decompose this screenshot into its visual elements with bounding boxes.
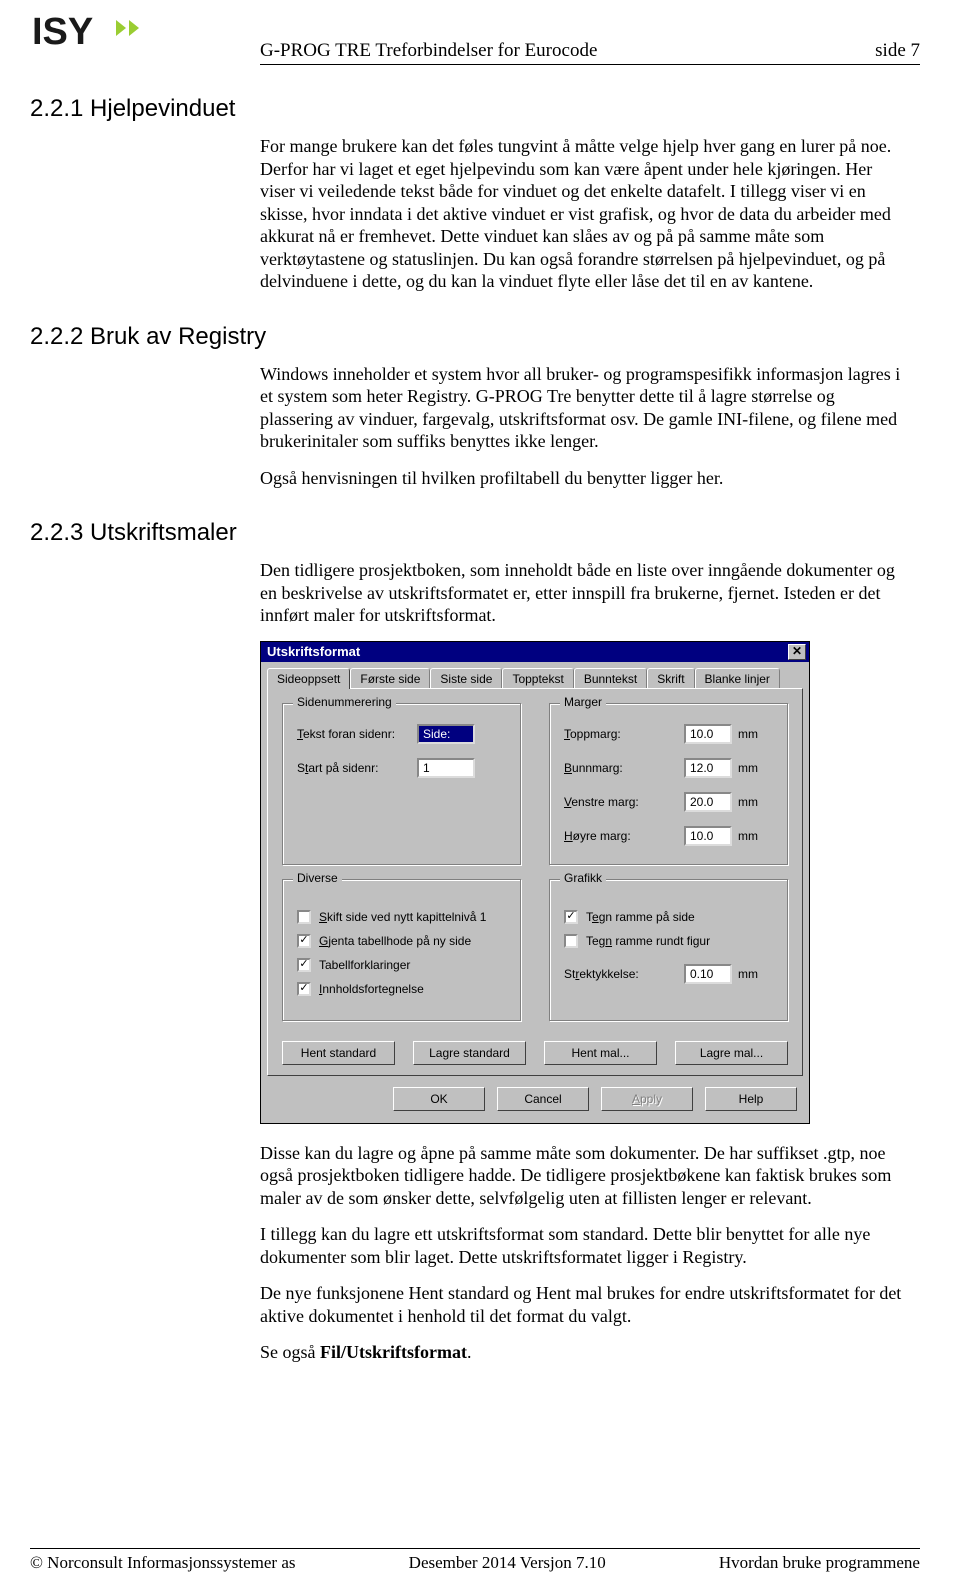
label-ramme-side: Tegn ramme på side xyxy=(586,910,695,924)
input-bunnmarg[interactable] xyxy=(684,758,732,778)
dialog-titlebar: Utskriftsformat ✕ xyxy=(261,642,809,662)
label-innholdsfortegnelse: Innholdsfortegnelse xyxy=(319,982,424,996)
svg-text:ISY: ISY xyxy=(32,11,93,53)
input-start-sidenr[interactable] xyxy=(417,758,475,778)
input-tekst-foran[interactable] xyxy=(417,724,475,744)
label-venstre-marg: Venstre marg: xyxy=(564,795,684,809)
group-sidenummerering: Sidenummerering Tekst foran sidenr: Star… xyxy=(282,703,521,865)
footer-left: © Norconsult Informasjonssystemer as xyxy=(30,1553,296,1573)
logo: ISY xyxy=(32,10,142,56)
checkbox-tabellforklaringer[interactable]: ✓ xyxy=(297,958,311,972)
see-also: Se også Fil/Utskriftsformat. xyxy=(260,1341,910,1364)
dialog-tabs: Sideoppsett Første side Siste side Toppt… xyxy=(261,662,809,689)
label-bunnmarg: Bunnmarg: xyxy=(564,761,684,775)
header-page: side 7 xyxy=(875,40,920,62)
checkbox-ramme-side[interactable]: ✓ xyxy=(564,910,578,924)
section-body-223-rest: Disse kan du lagre og åpne på samme måte… xyxy=(260,1142,910,1364)
checkbox-gjenta-tabellhode[interactable]: ✓ xyxy=(297,934,311,948)
help-button[interactable]: Help xyxy=(705,1087,797,1111)
tab-siste-side[interactable]: Siste side xyxy=(430,668,502,689)
tab-skrift[interactable]: Skrift xyxy=(647,668,694,689)
section-heading-223: 2.2.3 Utskriftsmaler xyxy=(30,519,920,547)
label-ramme-figur: Tegn ramme rundt figur xyxy=(586,934,710,948)
tab-topptekst[interactable]: Topptekst xyxy=(502,668,573,689)
tab-sideoppsett[interactable]: Sideoppsett xyxy=(267,668,350,689)
input-venstre-marg[interactable] xyxy=(684,792,732,812)
hent-mal-button[interactable]: Hent mal... xyxy=(544,1041,657,1065)
checkbox-skift-side[interactable] xyxy=(297,910,311,924)
tab-panel: Sidenummerering Tekst foran sidenr: Star… xyxy=(267,688,803,1076)
lagre-mal-button[interactable]: Lagre mal... xyxy=(675,1041,788,1065)
page-header: G-PROG TRE Treforbindelser for Eurocode … xyxy=(260,0,920,65)
header-title: G-PROG TRE Treforbindelser for Eurocode xyxy=(260,40,597,62)
utskriftsformat-dialog: Utskriftsformat ✕ Sideoppsett Første sid… xyxy=(260,641,810,1124)
section-heading-221: 2.2.1 Hjelpevinduet xyxy=(30,95,920,123)
checkbox-ramme-figur[interactable] xyxy=(564,934,578,948)
input-toppmarg[interactable] xyxy=(684,724,732,744)
dialog-title: Utskriftsformat xyxy=(267,644,360,659)
label-toppmarg: Toppmarg: xyxy=(564,727,684,741)
footer-center: Desember 2014 Versjon 7.10 xyxy=(409,1553,606,1573)
section-heading-222: 2.2.2 Bruk av Registry xyxy=(30,323,920,351)
page-footer: © Norconsult Informasjonssystemer as Des… xyxy=(30,1548,920,1573)
label-skift-side: Skift side ved nytt kapittelnivå 1 xyxy=(319,910,486,924)
label-tabellforklaringer: Tabellforklaringer xyxy=(319,958,410,972)
lagre-standard-button[interactable]: Lagre standard xyxy=(413,1041,526,1065)
tab-bunntekst[interactable]: Bunntekst xyxy=(574,668,647,689)
footer-right: Hvordan bruke programmene xyxy=(719,1553,920,1573)
label-strektykkelse: Strektykkelse: xyxy=(564,967,684,981)
input-hoyre-marg[interactable] xyxy=(684,826,732,846)
tab-blanke-linjer[interactable]: Blanke linjer xyxy=(695,668,780,689)
group-grafikk: Grafikk ✓ Tegn ramme på side Tegn ramme … xyxy=(549,879,788,1021)
label-hoyre-marg: Høyre marg: xyxy=(564,829,684,843)
label-gjenta-tabellhode: Gjenta tabellhode på ny side xyxy=(319,934,471,948)
input-strektykkelse[interactable] xyxy=(684,964,732,984)
section-body-222: Windows inneholder et system hvor all br… xyxy=(260,363,910,490)
group-diverse: Diverse Skift side ved nytt kapittelnivå… xyxy=(282,879,521,1021)
ok-button[interactable]: OK xyxy=(393,1087,485,1111)
cancel-button[interactable]: Cancel xyxy=(497,1087,589,1111)
close-icon[interactable]: ✕ xyxy=(788,644,806,660)
apply-button[interactable]: Apply xyxy=(601,1087,693,1111)
section-body-223-intro: Den tidligere prosjektboken, som innehol… xyxy=(260,559,910,627)
hent-standard-button[interactable]: Hent standard xyxy=(282,1041,395,1065)
checkbox-innholdsfortegnelse[interactable]: ✓ xyxy=(297,982,311,996)
label-tekst-foran: Tekst foran sidenr: xyxy=(297,727,417,741)
group-marger: Marger Toppmarg: mm Bunnmarg: mm Venstre… xyxy=(549,703,788,865)
tab-forste-side[interactable]: Første side xyxy=(350,668,430,689)
section-body-221: For mange brukere kan det føles tungvint… xyxy=(260,135,910,293)
label-start-sidenr: Start på sidenr: xyxy=(297,761,417,775)
